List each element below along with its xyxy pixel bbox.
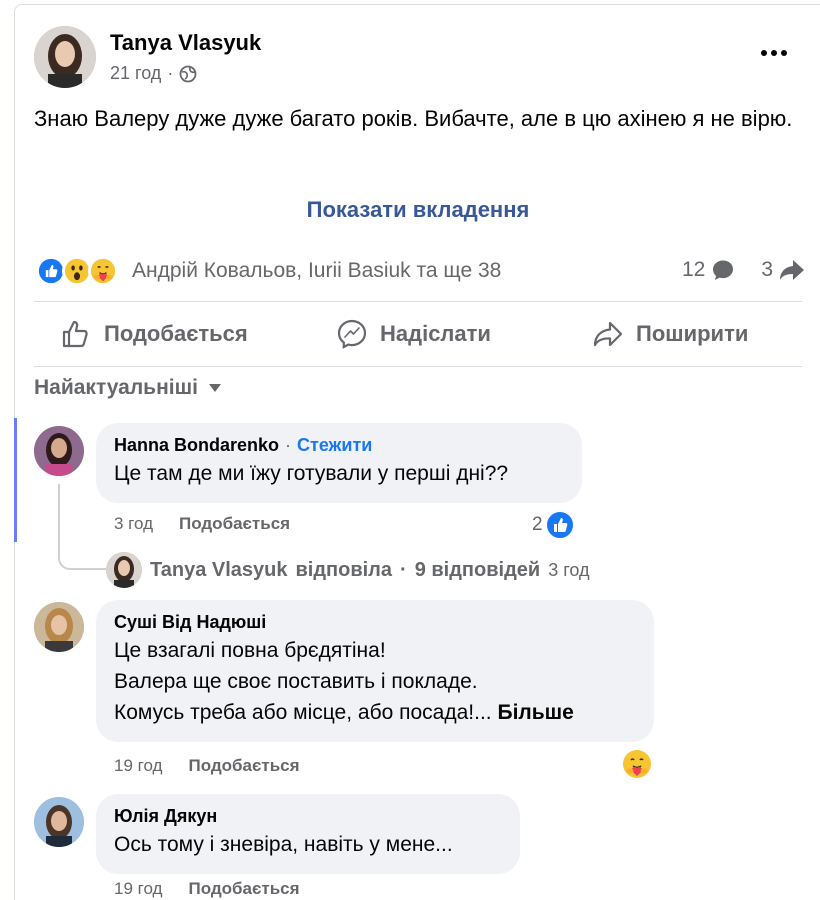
comment-bubble: Суші Від Надюші Це взагалі повна брєдяті… xyxy=(96,600,654,742)
comment-sort-dropdown[interactable]: Найактуальніші xyxy=(34,376,222,400)
comment-text: Це там де ми їжу готували у перші дні?? xyxy=(114,462,509,485)
send-label: Надіслати xyxy=(380,321,491,346)
comment-author[interactable]: Юлія Дякун xyxy=(114,806,502,827)
share-button[interactable]: Поширити xyxy=(592,318,748,350)
reaction-count: 2 xyxy=(532,514,543,535)
comment-meta: 19 год Подобається xyxy=(114,756,300,776)
reply-count: 9 відповідей xyxy=(414,558,541,581)
thread-highlight-bar xyxy=(14,418,17,542)
comment-meta: 19 год Подобається xyxy=(114,879,300,899)
comment-text: Ось тому і зневіра, навіть у мене... xyxy=(114,833,453,856)
dot-icon xyxy=(781,50,787,56)
post-time[interactable]: 21 год xyxy=(110,63,161,84)
comment-time[interactable]: 19 год xyxy=(114,756,162,776)
comment-line: Комусь треба або місце, або посада!... xyxy=(114,701,492,724)
comment-line-last: Комусь треба або місце, або посада!... Б… xyxy=(114,697,636,728)
care-reaction-icon[interactable] xyxy=(622,749,652,779)
comment-like-button[interactable]: Подобається xyxy=(188,756,299,776)
dot-icon xyxy=(771,50,777,56)
reply-avatar xyxy=(106,552,142,588)
author-name[interactable]: Tanya Vlasyuk xyxy=(110,30,261,56)
comment-bubble: Hanna Bondarenko · Стежити Це там де ми … xyxy=(96,423,582,503)
engagement-counts: 12 3 xyxy=(682,258,805,282)
sort-label: Найактуальніші xyxy=(34,376,198,399)
follow-button[interactable]: Стежити xyxy=(297,435,372,456)
reply-author: Tanya Vlasyuk xyxy=(150,558,288,581)
reply-verb: відповіла xyxy=(295,558,393,581)
comment-author[interactable]: Hanna Bondarenko xyxy=(114,435,279,456)
reply-time: 3 год xyxy=(548,559,590,580)
reply-thread-line xyxy=(58,484,106,570)
send-button[interactable]: Надіслати xyxy=(336,318,491,350)
comment-bubble: Юлія Дякун Ось тому і зневіра, навіть у … xyxy=(96,794,520,874)
comment-count[interactable]: 12 xyxy=(682,258,705,282)
like-button[interactable]: Подобається xyxy=(60,318,248,350)
reactors-summary[interactable]: Андрій Ковальов, Iurii Basiuk та ще 38 xyxy=(132,259,501,283)
share-label: Поширити xyxy=(636,321,749,346)
follow-separator: · xyxy=(285,435,292,455)
comment-line: Валера ще своє поставить і покладе. xyxy=(114,670,478,693)
comment-author[interactable]: Суші Від Надюші xyxy=(114,612,636,633)
care-reaction-icon xyxy=(88,256,118,286)
commenter-avatar[interactable] xyxy=(34,426,84,476)
comment-like-button[interactable]: Подобається xyxy=(188,879,299,899)
comment-line: Це взагалі повна брєдятіна! xyxy=(114,639,386,662)
reaction-icons[interactable] xyxy=(36,256,118,286)
commenter-avatar[interactable] xyxy=(34,797,84,847)
comment-time[interactable]: 19 год xyxy=(114,879,162,899)
post-meta: 21 год · xyxy=(110,63,197,84)
view-replies-link[interactable]: Tanya Vlasyuk відповіла · 9 відповідей 3… xyxy=(106,552,590,588)
dot-icon xyxy=(761,50,767,56)
more-options-button[interactable] xyxy=(756,38,792,68)
see-more-link[interactable]: Більше xyxy=(497,701,573,724)
commenter-avatar[interactable] xyxy=(34,602,84,652)
comment-time[interactable]: 3 год xyxy=(114,514,153,534)
meta-separator: · xyxy=(167,63,174,83)
reply-separator: · xyxy=(400,558,407,581)
divider-bottom xyxy=(34,366,802,367)
post-text: Знаю Валеру дуже дуже багато років. Виба… xyxy=(34,106,793,131)
share-icon xyxy=(593,321,623,347)
caret-down-icon xyxy=(208,384,221,392)
comment-meta: 3 год Подобається xyxy=(114,514,290,534)
like-label: Подобається xyxy=(104,321,248,346)
share-count[interactable]: 3 xyxy=(761,258,773,282)
share-arrow-icon xyxy=(780,260,805,280)
like-reaction-icon xyxy=(544,510,575,540)
globe-icon xyxy=(179,65,197,83)
author-avatar[interactable] xyxy=(34,26,96,88)
comment-like-button[interactable]: Подобається xyxy=(179,514,290,534)
divider-top xyxy=(34,301,802,302)
comment-bubble-icon xyxy=(713,260,734,280)
show-attachments-link[interactable]: Показати вкладення xyxy=(0,197,820,223)
comment-reaction-count[interactable]: 2 xyxy=(532,510,575,540)
thumbs-up-icon xyxy=(62,320,88,348)
messenger-icon xyxy=(337,319,367,349)
